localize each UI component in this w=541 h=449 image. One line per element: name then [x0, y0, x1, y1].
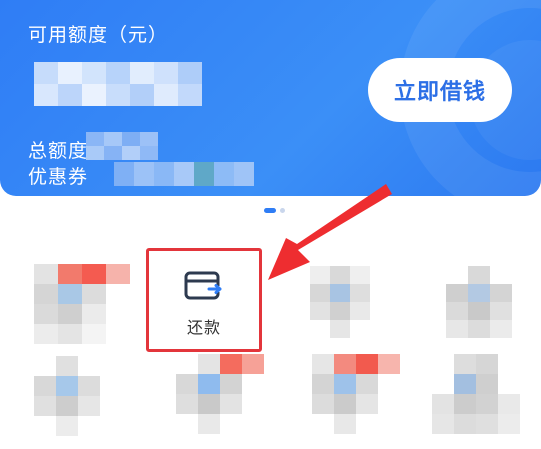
service-item-blurred-5[interactable] — [176, 354, 264, 434]
repay-service-item[interactable]: 还款 — [150, 252, 258, 348]
repay-label: 还款 — [186, 318, 221, 337]
service-item-blurred-1[interactable] — [34, 264, 130, 344]
card-repay-icon — [184, 271, 222, 300]
service-item-blurred-4[interactable] — [34, 356, 100, 436]
service-item-blurred-2[interactable] — [310, 266, 370, 338]
service-item-blurred-3[interactable] — [446, 266, 512, 338]
service-item-blurred-7[interactable] — [432, 354, 520, 434]
service-item-blurred-6[interactable] — [312, 354, 400, 434]
